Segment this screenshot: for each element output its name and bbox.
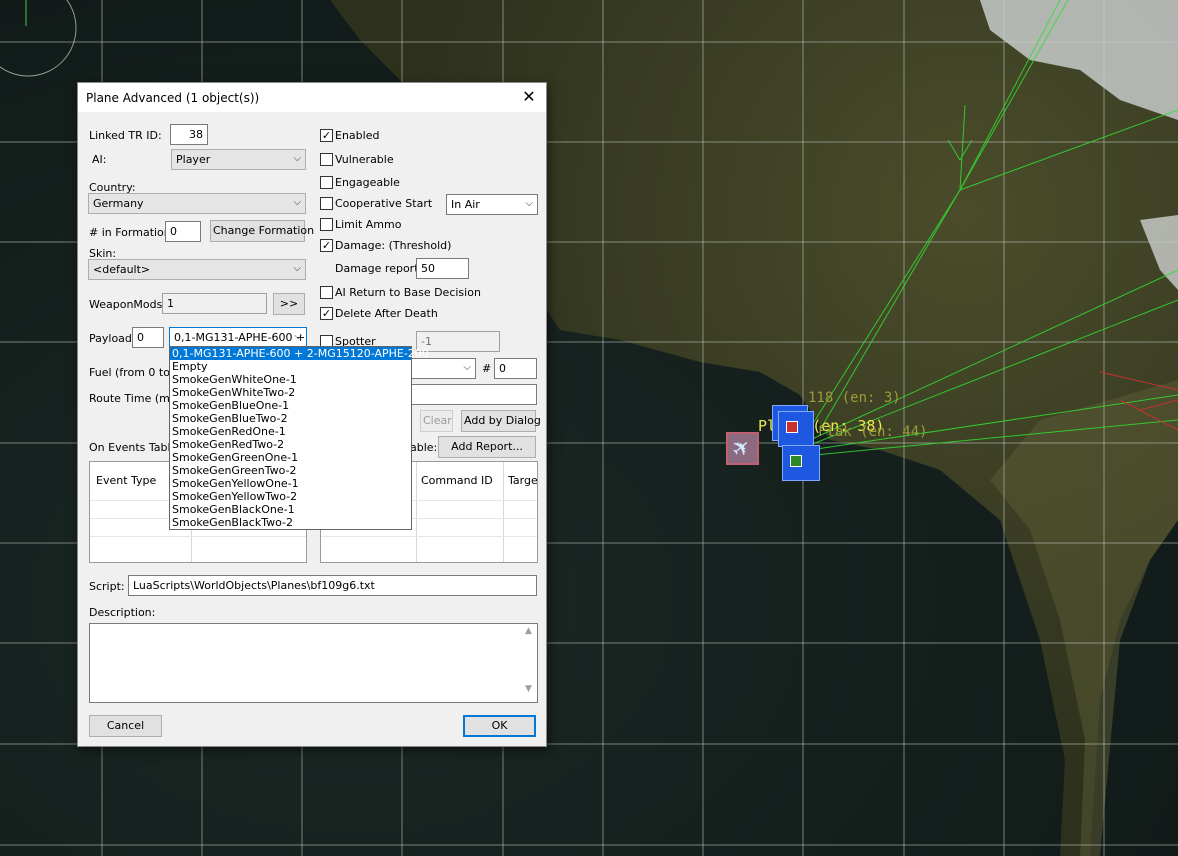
country-select-value: Germany <box>93 197 144 210</box>
description-textarea[interactable]: ▲ ▼ <box>89 623 538 703</box>
payload-dropdown-list[interactable]: 0,1-MG131-APHE-600 + 2-MG15120-APHE-200 E… <box>169 346 429 530</box>
clear-button[interactable]: Clear <box>420 410 453 432</box>
enabled-checkbox[interactable]: ✓ <box>320 129 333 142</box>
payload-label: Payload: <box>89 332 136 345</box>
chevron-down-icon: ⌵ <box>525 198 533 209</box>
dialog-titlebar[interactable]: Plane Advanced (1 object(s)) ✕ <box>78 83 546 112</box>
table-header[interactable]: Targe <box>508 474 537 487</box>
ok-button[interactable]: OK <box>463 715 536 737</box>
weaponmods-label: WeaponMods: <box>89 298 167 311</box>
payload-option[interactable]: SmokeGenGreenTwo-2 <box>170 464 411 477</box>
partial-hidden-select[interactable]: ⌵ <box>408 358 476 379</box>
chevron-down-icon: ⌵ <box>294 331 302 342</box>
payload-index-field[interactable]: 0 <box>132 327 164 348</box>
table-row <box>90 536 306 537</box>
table-row <box>321 536 537 537</box>
number-sign-label: # <box>482 362 492 375</box>
payload-option[interactable]: SmokeGenBlueTwo-2 <box>170 412 411 425</box>
payload-option[interactable]: SmokeGenWhiteTwo-2 <box>170 386 411 399</box>
payload-option[interactable]: Empty <box>170 360 411 373</box>
payload-option[interactable]: SmokeGenBlackTwo-2 <box>170 516 411 529</box>
damage-report-field[interactable]: 50 <box>416 258 469 279</box>
payload-option[interactable]: SmokeGenBlueOne-1 <box>170 399 411 412</box>
country-select[interactable]: Germany ⌵ <box>88 193 306 214</box>
ai-label: AI: <box>92 153 107 166</box>
scroll-down-icon[interactable]: ▼ <box>520 684 537 700</box>
close-icon[interactable]: ✕ <box>518 86 540 108</box>
payload-option[interactable]: SmokeGenGreenOne-1 <box>170 451 411 464</box>
script-label: Script: <box>89 580 125 593</box>
description-label: Description: <box>89 606 156 619</box>
delete-after-checkbox[interactable]: ✓ <box>320 307 333 320</box>
damage-label: Damage: (Threshold) <box>335 239 452 252</box>
payload-option[interactable]: 0,1-MG131-APHE-600 + 2-MG15120-APHE-200 <box>170 347 429 360</box>
payload-option[interactable]: SmokeGenYellowTwo-2 <box>170 490 411 503</box>
ai-return-label: AI Return to Base Decision <box>335 286 481 299</box>
hidden-text-field[interactable] <box>408 384 537 405</box>
delete-after-label: Delete After Death <box>335 307 438 320</box>
unit-marker-icon <box>790 455 802 467</box>
selected-plane-icon[interactable]: ✈ <box>726 432 759 465</box>
vulnerable-checkbox[interactable] <box>320 153 333 166</box>
chevron-down-icon: ⌵ <box>463 362 471 373</box>
number-field[interactable]: 0 <box>494 358 537 379</box>
damage-checkbox[interactable]: ✓ <box>320 239 333 252</box>
formation-field[interactable]: 0 <box>165 221 201 242</box>
weaponmods-expand-button[interactable]: >> <box>273 293 305 315</box>
coop-start-checkbox[interactable] <box>320 197 333 210</box>
payload-option[interactable]: SmokeGenRedTwo-2 <box>170 438 411 451</box>
table-column-divider <box>503 462 504 562</box>
table-header[interactable]: Command ID <box>421 474 493 487</box>
formation-label: # in Formation: <box>89 226 175 239</box>
table-header[interactable]: Event Type <box>96 474 156 487</box>
payload-option[interactable]: SmokeGenYellowOne-1 <box>170 477 411 490</box>
report-table-label: able: <box>410 441 438 454</box>
coop-start-value: In Air <box>451 198 480 211</box>
scroll-up-icon[interactable]: ▲ <box>520 626 537 642</box>
linked-tr-field[interactable]: 38 <box>170 124 208 145</box>
payload-option[interactable]: SmokeGenWhiteOne-1 <box>170 373 411 386</box>
map-label-group[interactable]: 118 (en: 3) <box>808 390 901 406</box>
ai-select[interactable]: Player ⌵ <box>171 149 306 170</box>
engageable-label: Engageable <box>335 176 400 189</box>
payload-select[interactable]: 0,1-MG131-APHE-600 + 2-MG15120-APHE-200 … <box>169 327 307 348</box>
payload-option[interactable]: SmokeGenBlackOne-1 <box>170 503 411 516</box>
coop-start-label: Cooperative Start <box>335 197 433 210</box>
map-label-flak[interactable]: Flak (en: 44) <box>818 424 928 440</box>
payload-option[interactable]: SmokeGenRedOne-1 <box>170 425 411 438</box>
description-scrollbar[interactable]: ▲ ▼ <box>520 624 537 702</box>
payload-select-value: 0,1-MG131-APHE-600 + 2-MG15120-APHE-200 <box>174 331 306 344</box>
script-field[interactable]: LuaScripts\WorldObjects\Planes\bf109g6.t… <box>128 575 537 596</box>
add-report-button[interactable]: Add Report... <box>438 436 536 458</box>
on-events-label: On Events Table <box>89 441 178 454</box>
engageable-checkbox[interactable] <box>320 176 333 189</box>
plane-icon: ✈ <box>727 432 758 464</box>
vulnerable-label: Vulnerable <box>335 153 394 166</box>
enabled-label: Enabled <box>335 129 380 142</box>
table-column-divider <box>416 462 417 562</box>
chevron-down-icon: ⌵ <box>293 263 301 274</box>
cancel-button[interactable]: Cancel <box>89 715 162 737</box>
ai-return-checkbox[interactable] <box>320 286 333 299</box>
damage-report-label: Damage report: <box>335 262 423 275</box>
coop-start-select[interactable]: In Air ⌵ <box>446 194 538 215</box>
unit-stack[interactable] <box>772 405 820 481</box>
unit-marker-icon <box>786 421 798 433</box>
skin-select[interactable]: <default> ⌵ <box>88 259 306 280</box>
limit-ammo-checkbox[interactable] <box>320 218 333 231</box>
dialog-title: Plane Advanced (1 object(s)) <box>86 91 260 105</box>
limit-ammo-label: Limit Ammo <box>335 218 402 231</box>
skin-select-value: <default> <box>93 263 151 276</box>
fuel-label: Fuel (from 0 to 1 <box>89 366 181 379</box>
add-by-dialog-button[interactable]: Add by Dialog <box>461 410 541 432</box>
weaponmods-field[interactable]: 1 <box>162 293 267 314</box>
chevron-down-icon: ⌵ <box>293 197 301 208</box>
linked-tr-label: Linked TR ID: <box>89 129 162 142</box>
change-formation-button[interactable]: Change Formation <box>210 220 314 242</box>
ai-select-value: Player <box>176 153 211 166</box>
chevron-down-icon: ⌵ <box>293 153 301 164</box>
